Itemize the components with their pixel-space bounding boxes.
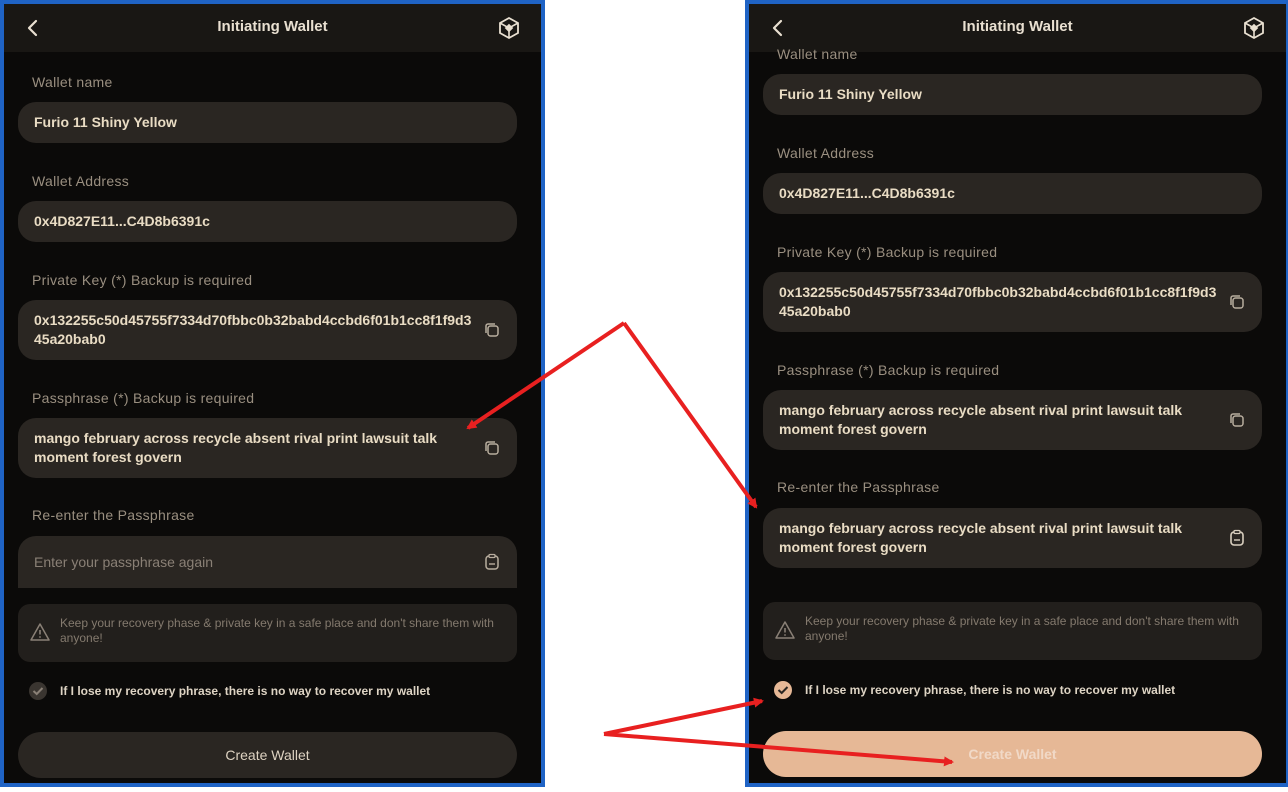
wallet-address-label: Wallet Address [32,173,130,189]
copy-icon[interactable] [1228,293,1246,311]
reenter-passphrase-label: Re-enter the Passphrase [777,479,940,495]
passphrase-value: mango february across recycle absent riv… [779,402,1183,437]
checkbox-label: If I lose my recovery phrase, there is n… [60,684,431,698]
reenter-passphrase-input[interactable]: mango february across recycle absent riv… [763,508,1262,568]
copy-icon[interactable] [1228,411,1246,429]
create-wallet-button[interactable]: Create Wallet [18,732,517,778]
passphrase-label: Passphrase (*) Backup is required [777,362,1000,378]
page-title: Initiating Wallet [962,18,1073,35]
wallet-address-label: Wallet Address [777,145,875,161]
passphrase-field[interactable]: mango february across recycle absent riv… [763,390,1262,450]
security-warning: Keep your recovery phase & private key i… [763,602,1262,660]
passphrase-field[interactable]: mango february across recycle absent riv… [18,418,517,478]
wallet-screen-before: Initiating Wallet Wallet name Furio 11 S… [0,0,545,787]
checkbox-checked-icon[interactable] [773,680,793,700]
paste-icon[interactable] [1228,529,1246,547]
reenter-passphrase-value: mango february across recycle absent riv… [779,520,1183,555]
wallet-name-value: Furio 11 Shiny Yellow [779,86,922,102]
warning-text: Keep your recovery phase & private key i… [60,616,494,645]
checkbox-checked-icon[interactable] [28,681,48,701]
acknowledge-checkbox-row[interactable]: If I lose my recovery phrase, there is n… [28,680,508,704]
network-cube-icon[interactable] [1242,16,1266,40]
top-bar: Initiating Wallet [749,4,1286,52]
wallet-address-value: 0x4D827E11...C4D8b6391c [779,185,955,201]
page-title: Initiating Wallet [217,18,328,35]
private-key-label: Private Key (*) Backup is required [777,244,998,260]
warning-icon [30,623,50,641]
top-bar: Initiating Wallet [4,4,541,52]
private-key-value: 0x132255c50d45755f7334d70fbbc0b32babd4cc… [779,284,1217,319]
wallet-address-field[interactable]: 0x4D827E11...C4D8b6391c [18,201,517,242]
wallet-name-value: Furio 11 Shiny Yellow [34,114,177,130]
checkbox-label: If I lose my recovery phrase, there is n… [805,683,1176,697]
private-key-field[interactable]: 0x132255c50d45755f7334d70fbbc0b32babd4cc… [18,300,517,360]
security-warning: Keep your recovery phase & private key i… [18,604,517,662]
paste-icon[interactable] [483,553,501,571]
wallet-name-label: Wallet name [32,74,113,90]
wallet-address-field[interactable]: 0x4D827E11...C4D8b6391c [763,173,1262,214]
wallet-name-label: Wallet name [777,46,858,62]
warning-icon [775,621,795,639]
warning-text: Keep your recovery phase & private key i… [805,614,1239,643]
wallet-name-field[interactable]: Furio 11 Shiny Yellow [18,102,517,143]
wallet-screen-after: Initiating Wallet Wallet name Furio 11 S… [745,0,1288,787]
copy-icon[interactable] [483,439,501,457]
passphrase-label: Passphrase (*) Backup is required [32,390,255,406]
network-cube-icon[interactable] [497,16,521,40]
form-content: Wallet name Furio 11 Shiny Yellow Wallet… [749,46,1286,783]
private-key-field[interactable]: 0x132255c50d45755f7334d70fbbc0b32babd4cc… [763,272,1262,332]
reenter-passphrase-input[interactable]: Enter your passphrase again [18,536,517,588]
wallet-name-field[interactable]: Furio 11 Shiny Yellow [763,74,1262,115]
reenter-passphrase-label: Re-enter the Passphrase [32,507,195,523]
reenter-passphrase-placeholder: Enter your passphrase again [34,553,213,570]
private-key-value: 0x132255c50d45755f7334d70fbbc0b32babd4cc… [34,312,472,347]
wallet-address-value: 0x4D827E11...C4D8b6391c [34,213,210,229]
private-key-label: Private Key (*) Backup is required [32,272,253,288]
acknowledge-checkbox-row[interactable]: If I lose my recovery phrase, there is n… [773,679,1253,703]
create-wallet-button[interactable]: Create Wallet [763,731,1262,777]
passphrase-value: mango february across recycle absent riv… [34,430,438,465]
copy-icon[interactable] [483,321,501,339]
form-content: Wallet name Furio 11 Shiny Yellow Wallet… [4,52,541,783]
